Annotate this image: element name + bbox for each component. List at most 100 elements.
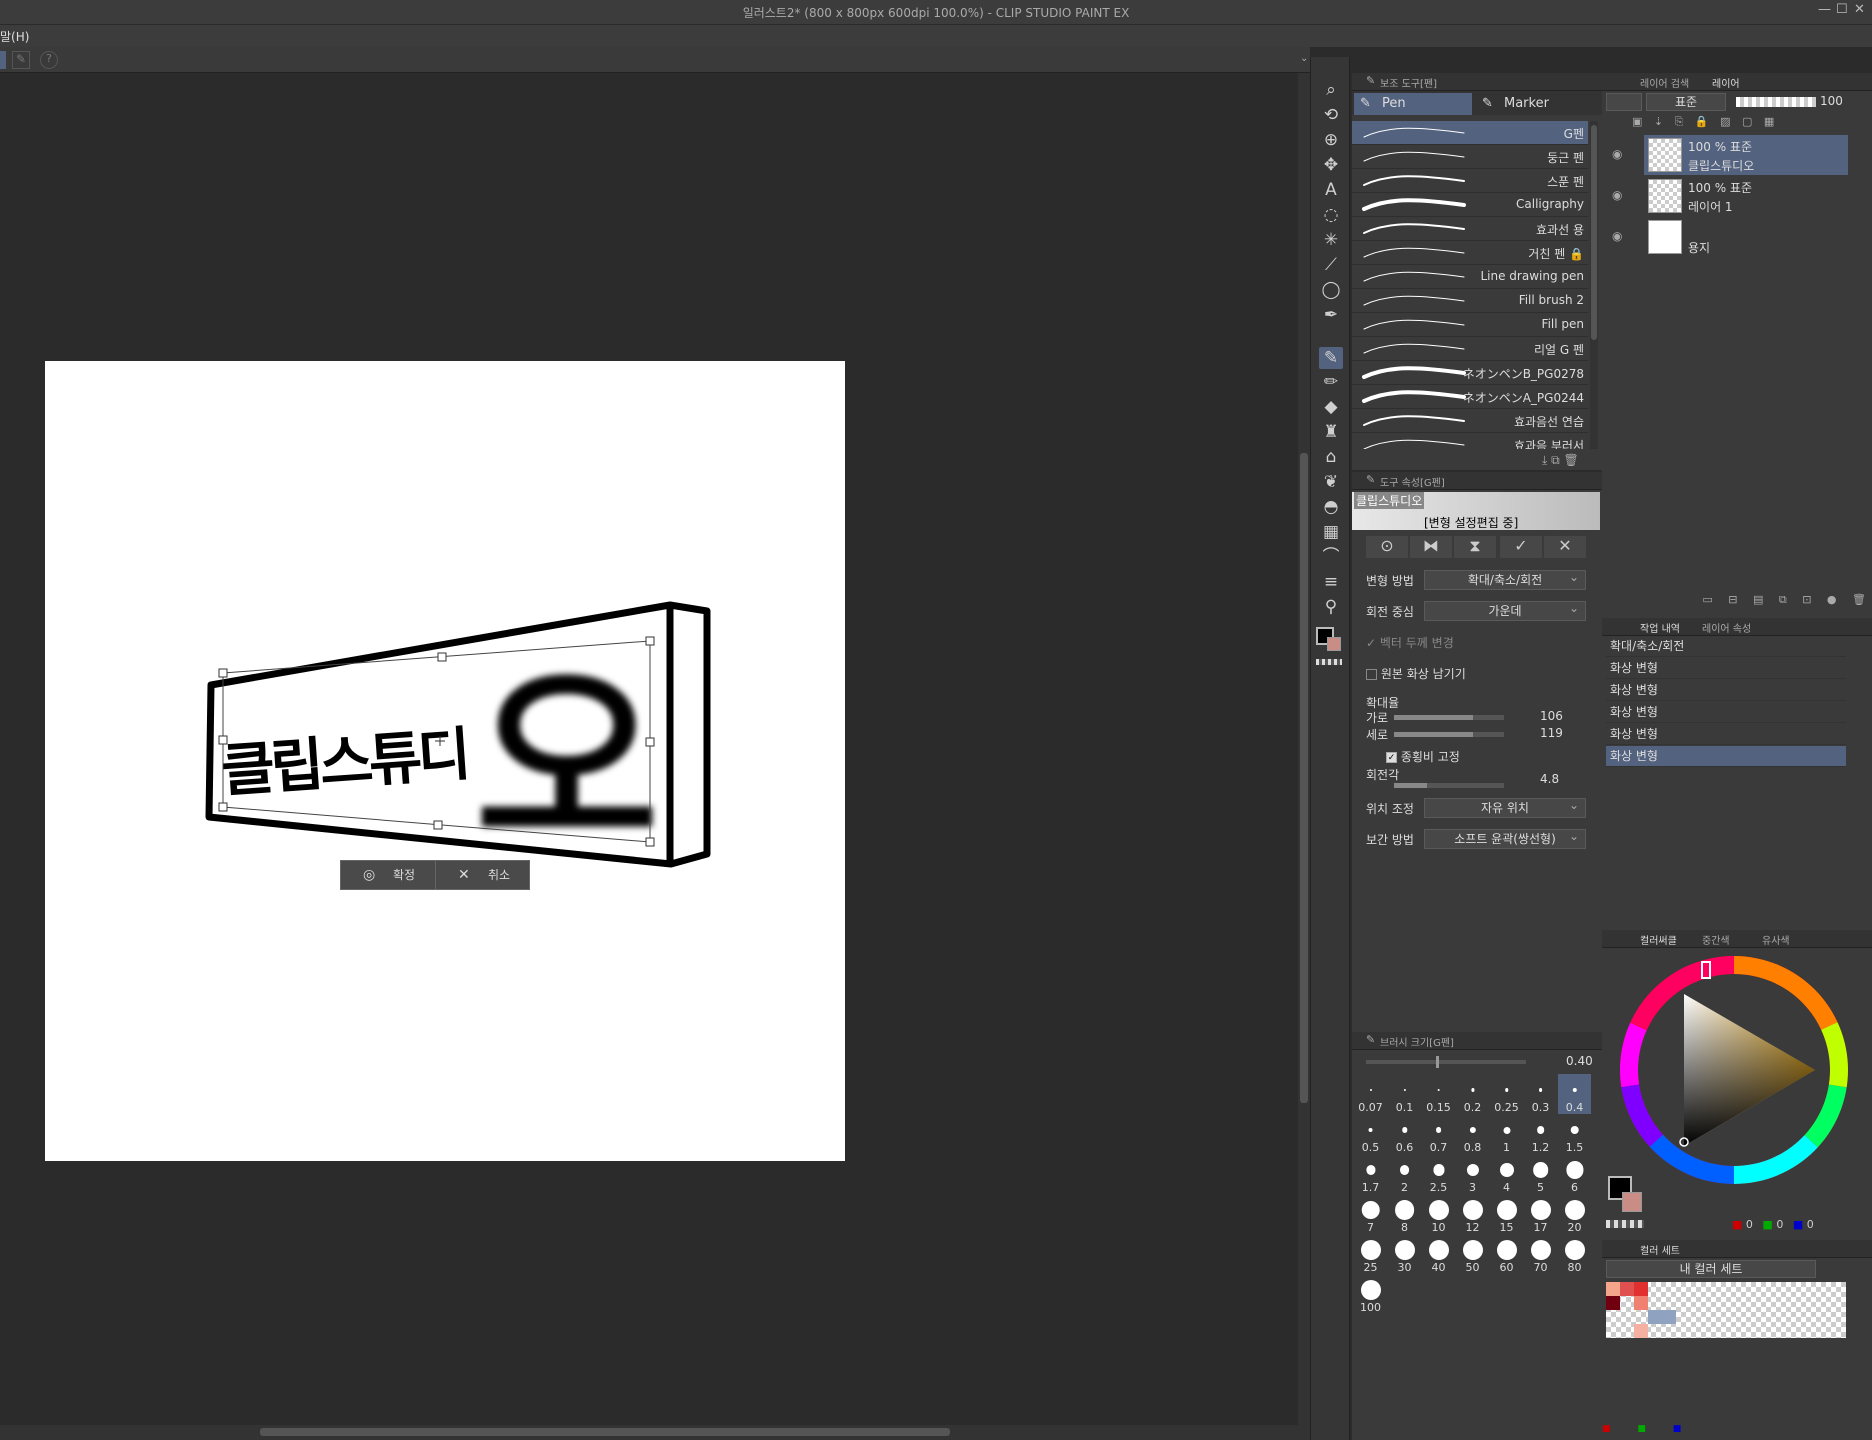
brush-size-cell[interactable]: 0.15 <box>1422 1074 1455 1114</box>
brush-size-cell[interactable]: 0.7 <box>1422 1114 1455 1154</box>
tab-marker[interactable]: ✎ Marker <box>1476 93 1594 115</box>
tab-layer[interactable]: 레이어 <box>1712 75 1740 90</box>
sub-color-chip[interactable] <box>1622 1192 1642 1212</box>
brush-size-cell[interactable]: 20 <box>1558 1194 1591 1234</box>
sub-color-swatch[interactable] <box>1327 637 1341 651</box>
brush-size-cell[interactable]: 30 <box>1388 1234 1421 1274</box>
flip-vertical-icon[interactable]: ⧗ <box>1454 536 1496 558</box>
brush-size-cell[interactable]: 4 <box>1490 1154 1523 1194</box>
vertical-scrollbar[interactable] <box>1298 73 1310 1425</box>
history-item[interactable]: 화상 변형 <box>1606 724 1846 745</box>
brush-item[interactable]: Fill brush 2 <box>1352 289 1588 313</box>
object-tool-icon[interactable]: ⊕ <box>1319 129 1343 151</box>
rotation-center-select[interactable]: 가운데 <box>1424 599 1586 621</box>
tab-color-wheel[interactable]: 컬러써클 <box>1640 932 1677 947</box>
close-button[interactable]: ✕ <box>1854 2 1865 17</box>
eraser-tool-icon[interactable]: ◆ <box>1319 396 1343 418</box>
zoom-tool-icon[interactable]: ⌕ <box>1319 79 1343 101</box>
rotation-slider[interactable] <box>1394 783 1504 788</box>
lasso-tool-icon[interactable]: ◌ <box>1319 204 1343 226</box>
pencil-tool-icon[interactable]: ✏ <box>1319 371 1343 393</box>
brush-size-cell[interactable]: 6 <box>1558 1154 1591 1194</box>
layer-item[interactable]: 100 % 표준 레이어 1 <box>1644 176 1848 216</box>
opacity-slider[interactable] <box>1736 97 1816 107</box>
color-swatches[interactable] <box>1606 1282 1846 1338</box>
pen-cmd-icon[interactable]: ✎ <box>12 51 30 69</box>
confirm-button[interactable]: ◎ 확정 <box>341 861 436 889</box>
brush-size-cell[interactable]: 0.1 <box>1388 1074 1421 1114</box>
layer-actions[interactable]: ▭ ⊟ ▤ ⧉ ⊡ ● 🗑 <box>1602 593 1872 613</box>
width-value[interactable]: 106 <box>1540 709 1563 723</box>
fill-tool-icon[interactable]: ◓ <box>1319 496 1343 518</box>
brush-item[interactable]: 효과음 부러서 <box>1352 433 1588 449</box>
eye-icon[interactable]: ◉ <box>1612 147 1622 161</box>
brush-item[interactable]: 효과음선 연습 <box>1352 409 1588 433</box>
help-cmd-icon[interactable]: ? <box>40 51 58 69</box>
brush-size-cell[interactable]: 80 <box>1558 1234 1591 1274</box>
tab-layer-search[interactable]: 레이어 검색 <box>1640 75 1689 90</box>
move-tool-icon[interactable]: ✥ <box>1319 154 1343 176</box>
brush-item[interactable]: Calligraphy <box>1352 193 1588 217</box>
correct-line-tool-icon[interactable]: ⚲ <box>1319 596 1343 618</box>
magic-wand-icon[interactable]: ✳ <box>1319 229 1343 251</box>
height-value[interactable]: 119 <box>1540 726 1563 740</box>
keep-ratio-checkbox[interactable]: ✓ 종횡비 고정 <box>1386 748 1460 765</box>
height-slider[interactable] <box>1394 732 1504 737</box>
layer-lock-icons[interactable]: ▣ ⇣ ⎘ 🔒 ▨ ▢ ▦ <box>1632 115 1862 131</box>
tab-pen[interactable]: ✎ Pen <box>1354 93 1472 115</box>
brush-item[interactable]: 스푼 펜 <box>1352 169 1588 193</box>
rotation-value[interactable]: 4.8 <box>1540 772 1559 786</box>
brush-item[interactable]: 거친 펜 🔒 <box>1352 241 1588 265</box>
color-set-select[interactable]: 내 컬러 세트 <box>1606 1260 1816 1278</box>
history-item[interactable]: 확대/축소/회전 <box>1606 636 1846 657</box>
horizontal-scrollbar[interactable] <box>0 1425 1310 1440</box>
ruler-tool-icon[interactable]: ≡ <box>1319 571 1343 593</box>
cancel-icon[interactable]: ✕ <box>1544 536 1586 558</box>
layer-item[interactable]: 100 % 표준 클립스튜디오 <box>1644 135 1848 175</box>
layer-color-button[interactable] <box>1606 93 1642 111</box>
brush-item[interactable]: Fill pen <box>1352 313 1588 337</box>
operation-tool-icon[interactable]: ⟲ <box>1319 104 1343 126</box>
brush-size-cell[interactable]: 0.2 <box>1456 1074 1489 1114</box>
interp-select[interactable]: 소프트 윤곽(쌍선형) <box>1424 827 1586 849</box>
brush-size-cell[interactable]: 70 <box>1524 1234 1557 1274</box>
tab-history[interactable]: 작업 내역 <box>1640 620 1680 635</box>
brush-size-cell[interactable]: 0.07 <box>1354 1074 1387 1114</box>
reset-icon[interactable]: ⊙ <box>1366 536 1408 558</box>
brush-size-cell[interactable]: 7 <box>1354 1194 1387 1234</box>
menu-help[interactable]: 말(H) <box>0 28 29 45</box>
brush-size-cell[interactable]: 0.3 <box>1524 1074 1557 1114</box>
brush-size-cell[interactable]: 3 <box>1456 1154 1489 1194</box>
width-slider[interactable] <box>1394 715 1504 720</box>
keep-original-checkbox[interactable]: 원본 화상 남기기 <box>1366 665 1466 682</box>
cmd-icon-1[interactable] <box>0 51 6 69</box>
lasso-fill-icon[interactable]: ◯ <box>1319 279 1343 301</box>
gradient-tool-icon[interactable]: ▦ <box>1319 521 1343 543</box>
brush-size-cell[interactable]: 15 <box>1490 1194 1523 1234</box>
brush-item[interactable]: ネオンペンB_PG0278 <box>1352 361 1588 385</box>
flip-horizontal-icon[interactable]: ⧓ <box>1410 536 1452 558</box>
brush-item[interactable]: ネオンペンA_PG0244 <box>1352 385 1588 409</box>
brush-size-cell[interactable]: 0.5 <box>1354 1114 1387 1154</box>
brush-size-cell[interactable]: 0.4 <box>1558 1074 1591 1114</box>
brush-list[interactable]: G펜 둥근 펜 스푼 펜 Calligraphy 효과선 용 거친 펜 🔒 Line dra… <box>1352 121 1588 449</box>
brush-size-cell[interactable]: 40 <box>1422 1234 1455 1274</box>
minimize-button[interactable]: — <box>1818 2 1831 17</box>
brush-size-cell[interactable]: 50 <box>1456 1234 1489 1274</box>
brush-item[interactable]: G펜 <box>1352 121 1588 145</box>
brush-item[interactable]: 리얼 G 펜 <box>1352 337 1588 361</box>
brush-size-cell[interactable]: 60 <box>1490 1234 1523 1274</box>
history-item[interactable]: 화상 변형 <box>1606 658 1846 679</box>
tab-layer-property[interactable]: 레이어 속성 <box>1702 620 1751 635</box>
brush-item[interactable]: Line drawing pen <box>1352 265 1588 289</box>
canvas-menu-chevron-icon[interactable]: ⌄ <box>1300 53 1308 64</box>
brush-size-cell[interactable]: 1.2 <box>1524 1114 1557 1154</box>
opacity-value[interactable]: 100 <box>1820 94 1843 108</box>
figure-tool-icon[interactable]: ⌒ <box>1319 546 1343 568</box>
brush-size-cell[interactable]: 2.5 <box>1422 1154 1455 1194</box>
layer-item[interactable]: 용지 <box>1644 217 1848 257</box>
eye-icon[interactable]: ◉ <box>1612 188 1622 202</box>
maximize-button[interactable]: ☐ <box>1836 2 1848 17</box>
brush-size-cell[interactable]: 2 <box>1388 1154 1421 1194</box>
pen-nib-icon[interactable]: ✒ <box>1319 304 1343 326</box>
